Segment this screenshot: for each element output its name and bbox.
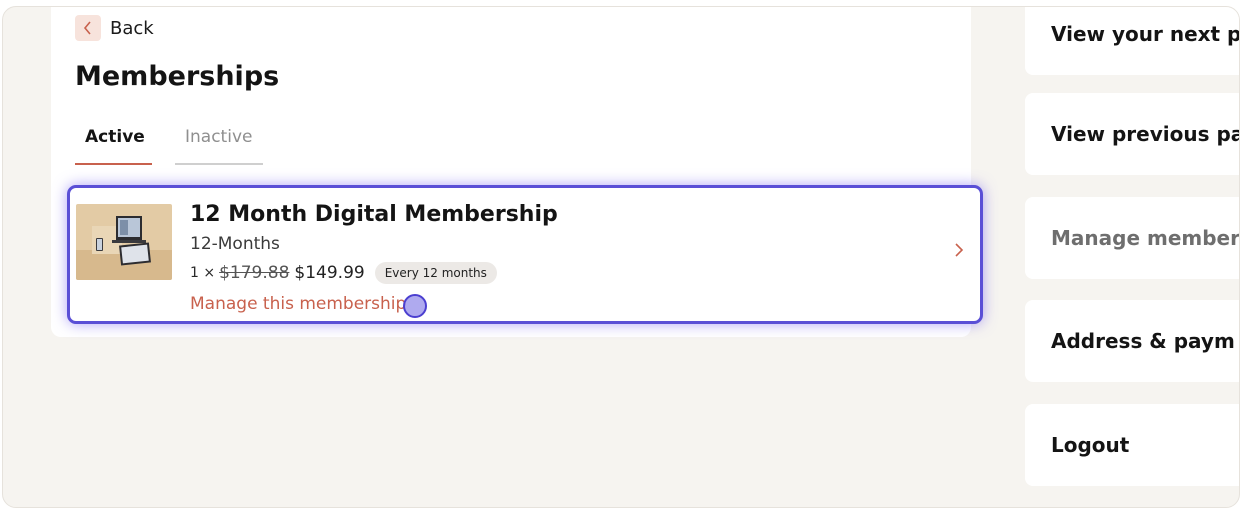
sidebar-item-previous-payments[interactable]: View previous pa [1025,93,1239,175]
mouse-cursor-indicator [403,294,427,318]
page-title: Memberships [75,61,280,92]
membership-subtitle: 12-Months [190,234,280,254]
app-frame: Back Memberships Active Inactive 12 Mont… [2,6,1240,508]
tab-active[interactable]: Active [75,123,152,165]
membership-thumbnail [76,204,172,280]
membership-tabs: Active Inactive [75,123,263,165]
membership-title: 12 Month Digital Membership [190,202,558,227]
chevron-right-icon[interactable] [954,242,964,262]
current-price: $149.99 [294,263,365,283]
sidebar-item-logout[interactable]: Logout [1025,404,1239,486]
back-label: Back [110,17,154,39]
original-price: $179.88 [219,263,290,283]
sidebar-item-next-payment[interactable]: View your next p [1025,7,1239,75]
frequency-badge: Every 12 months [374,262,497,284]
sidebar-item-address-payment[interactable]: Address & paym [1025,300,1239,382]
manage-membership-link[interactable]: Manage this membership [190,294,406,314]
membership-card[interactable]: 12 Month Digital Membership 12-Months 1 … [67,185,983,324]
price-row: 1 × $179.88 $149.99 Every 12 months [190,262,497,284]
back-button[interactable]: Back [75,15,154,41]
tab-inactive[interactable]: Inactive [175,123,263,165]
sidebar-item-manage-memberships[interactable]: Manage member [1025,197,1239,279]
main-panel: Back Memberships Active Inactive 12 Mont… [51,7,983,337]
chevron-left-icon [75,15,101,41]
quantity: 1 × [190,265,216,281]
